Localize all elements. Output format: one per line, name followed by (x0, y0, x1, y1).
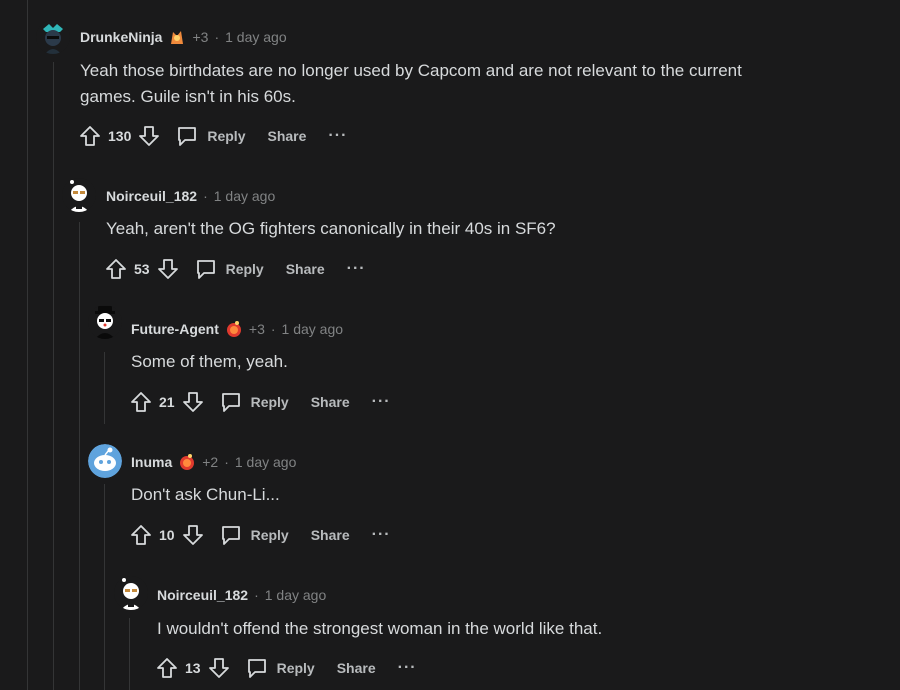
reply-label: Reply (250, 394, 289, 410)
reply-label: Reply (207, 128, 246, 144)
timestamp[interactable]: 1 day ago (265, 586, 327, 604)
timestamp[interactable]: 1 day ago (225, 28, 287, 46)
snoo-avatar-icon (88, 444, 122, 478)
thread-line[interactable] (129, 618, 130, 690)
vote-score: 130 (108, 128, 132, 144)
comment-line: Some of them, yeah. (131, 352, 288, 371)
separator-dot: · (270, 321, 276, 337)
more-options-button[interactable]: ··· (328, 127, 347, 145)
snoo-avatar-icon (88, 305, 122, 339)
avatar[interactable] (88, 305, 122, 339)
comment-body: Yeah those birthdates are no longer used… (80, 58, 742, 110)
arrow-down-icon[interactable] (156, 257, 180, 281)
arrow-up-icon[interactable] (129, 523, 153, 547)
speech-bubble-icon (221, 393, 240, 412)
comment-body: Some of them, yeah. (131, 349, 288, 375)
separator-dot: · (254, 587, 259, 603)
speech-bubble-icon (178, 127, 197, 146)
share-button[interactable]: Share (267, 128, 306, 144)
vote-score: 10 (159, 527, 175, 543)
timestamp[interactable]: 1 day ago (282, 320, 344, 338)
speech-bubble-icon (196, 260, 215, 279)
reply-label: Reply (250, 527, 289, 543)
username[interactable]: Noirceuil_182 (106, 187, 197, 205)
arrow-up-icon[interactable] (155, 656, 179, 680)
username[interactable]: Future-Agent (131, 320, 219, 338)
username[interactable]: Inuma (131, 453, 172, 471)
fire-gem-flair-icon (178, 453, 196, 471)
reply-label: Reply (225, 261, 264, 277)
snoo-avatar-icon (62, 178, 96, 212)
comment-line: Yeah those birthdates are no longer used… (80, 61, 742, 80)
reply-button[interactable]: Reply (245, 656, 315, 680)
arrow-up-icon[interactable] (78, 124, 102, 148)
speech-bubble-icon (221, 526, 240, 545)
username[interactable]: Noirceuil_182 (157, 586, 248, 604)
share-button[interactable]: Share (311, 527, 350, 543)
avatar[interactable] (36, 20, 70, 54)
comment-line: Yeah, aren't the OG fighters canonically… (106, 219, 556, 238)
arrow-down-icon[interactable] (181, 390, 205, 414)
username[interactable]: DrunkeNinja (80, 28, 162, 46)
arrow-up-icon[interactable] (104, 257, 128, 281)
flair-count: +2 (202, 454, 219, 470)
more-options-button[interactable]: ··· (347, 260, 366, 278)
flair-count: +3 (248, 321, 265, 337)
comment-body: I wouldn't offend the strongest woman in… (157, 616, 602, 642)
share-button[interactable]: Share (286, 261, 325, 277)
thread-line[interactable] (53, 62, 54, 690)
more-options-button[interactable]: ··· (398, 659, 417, 677)
thread-line[interactable] (79, 222, 80, 690)
arrow-down-icon[interactable] (207, 656, 231, 680)
reply-button[interactable]: Reply (219, 390, 289, 414)
separator-dot: · (224, 454, 229, 470)
vote-score: 13 (185, 660, 201, 676)
avatar[interactable] (88, 444, 122, 478)
more-options-button[interactable]: ··· (372, 526, 391, 544)
thread-line[interactable] (27, 0, 28, 690)
reply-button[interactable]: Reply (194, 257, 264, 281)
thread-line[interactable] (104, 352, 105, 424)
vote-score: 21 (159, 394, 175, 410)
comment-line: I wouldn't offend the strongest woman in… (157, 619, 603, 638)
ryu-flair-icon (168, 28, 186, 46)
thread-line[interactable] (104, 484, 105, 690)
snoo-avatar-icon (114, 576, 148, 610)
share-button[interactable]: Share (337, 660, 376, 676)
speech-bubble-icon (247, 659, 266, 678)
arrow-down-icon[interactable] (181, 523, 205, 547)
arrow-up-icon[interactable] (129, 390, 153, 414)
comment-body: Don't ask Chun-Li... (131, 482, 280, 508)
timestamp[interactable]: 1 day ago (214, 187, 276, 205)
vote-score: 53 (134, 261, 150, 277)
comment-body: Yeah, aren't the OG fighters canonically… (106, 216, 556, 242)
reply-button[interactable]: Reply (219, 523, 289, 547)
avatar[interactable] (62, 178, 96, 212)
timestamp[interactable]: 1 day ago (235, 453, 297, 471)
comment-line: Don't ask Chun-Li... (131, 485, 280, 504)
share-button[interactable]: Share (311, 394, 350, 410)
snoo-avatar-icon (36, 20, 70, 54)
reply-label: Reply (276, 660, 315, 676)
arrow-down-icon[interactable] (137, 124, 161, 148)
reply-button[interactable]: Reply (175, 124, 245, 148)
separator-dot: · (203, 188, 208, 204)
separator-dot: · (214, 29, 220, 45)
flair-count: +3 (192, 29, 209, 45)
avatar[interactable] (114, 576, 148, 610)
comment-line: games. Guile isn't in his 60s. (80, 87, 296, 106)
more-options-button[interactable]: ··· (372, 393, 391, 411)
fire-gem-flair-icon (225, 320, 243, 338)
